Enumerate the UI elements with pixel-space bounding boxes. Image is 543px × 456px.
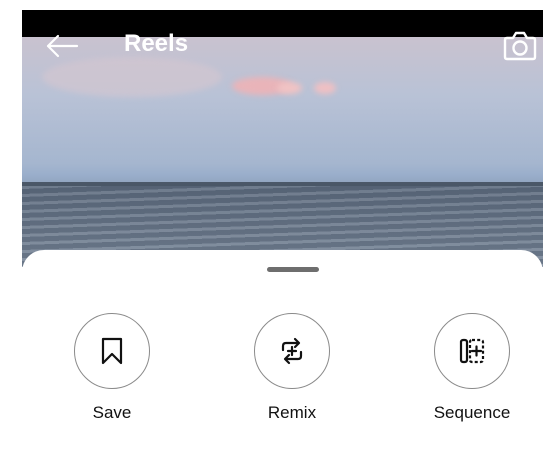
reel-video-preview[interactable] [22, 37, 543, 267]
remix-circle [254, 313, 330, 389]
bookmark-icon [101, 337, 123, 365]
arrow-left-icon [46, 34, 79, 58]
sequence-icon [459, 338, 485, 364]
bottom-sheet: Save Remix Sequence [22, 250, 543, 456]
cloud [314, 82, 336, 94]
drag-handle[interactable] [267, 267, 319, 272]
sequence-button[interactable]: Sequence [412, 313, 532, 423]
sequence-circle [434, 313, 510, 389]
sequence-label: Sequence [433, 403, 511, 422]
remix-label: Remix [267, 403, 317, 422]
camera-button[interactable] [500, 26, 540, 66]
back-button[interactable] [44, 28, 80, 64]
camera-icon [503, 31, 537, 61]
save-button[interactable]: Save [52, 313, 172, 423]
status-bar [22, 10, 543, 37]
remix-button[interactable]: Remix [232, 313, 352, 423]
page-title: Reels [124, 30, 189, 57]
save-circle [74, 313, 150, 389]
remix-icon [281, 337, 303, 365]
save-label: Save [92, 403, 132, 422]
cloud [277, 82, 302, 94]
